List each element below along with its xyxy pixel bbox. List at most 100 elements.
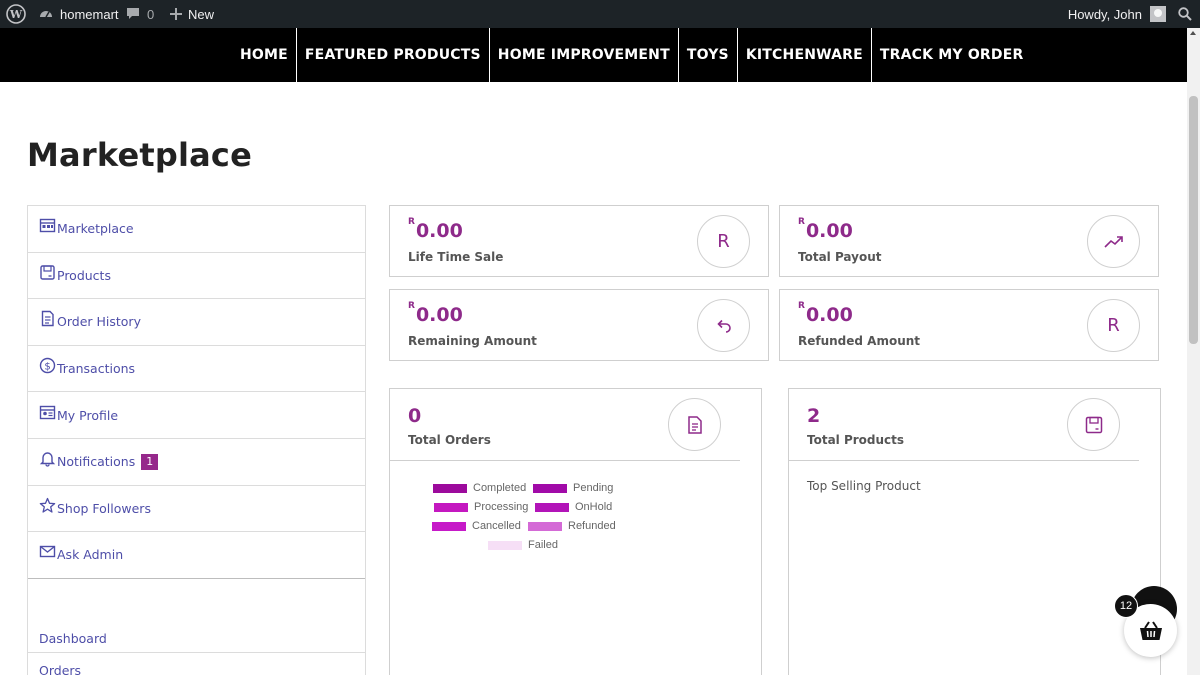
sidebar-item-label: My Profile	[57, 407, 119, 423]
card-label: Total Payout	[798, 250, 882, 264]
bell-icon	[39, 450, 56, 467]
sidebar-item-label: Order History	[57, 314, 141, 330]
profile-icon	[39, 404, 56, 421]
svg-text:W: W	[9, 8, 23, 21]
card-label: Life Time Sale	[408, 250, 504, 264]
legend-swatch	[433, 483, 467, 493]
legend-label: Processing	[474, 501, 529, 513]
legend-swatch	[488, 540, 522, 550]
site-name: homemart	[60, 6, 119, 22]
star-icon	[39, 497, 56, 514]
legend-item-failed[interactable]: Failed	[488, 539, 558, 551]
stat-card-lifetime-sale: R0.00 Life Time Sale R	[389, 205, 769, 277]
plus-icon	[170, 8, 182, 20]
rand-icon: R	[1087, 299, 1140, 352]
order-history-icon	[39, 310, 56, 327]
notification-count-badge: 1	[141, 453, 159, 470]
stat-card-remaining-amount: R0.00 Remaining Amount	[389, 289, 769, 361]
sidebar-item-notifications[interactable]: Notifications 1	[28, 439, 365, 486]
total-orders-label: Total Orders	[408, 433, 491, 447]
scroll-up-arrow-icon[interactable]	[1190, 31, 1196, 35]
total-products-value: 2	[807, 405, 821, 427]
legend-item-cancelled[interactable]: Cancelled	[432, 520, 521, 532]
new-content-link[interactable]: New	[170, 0, 214, 28]
rand-icon-text: R	[717, 231, 730, 252]
sidebar-item-label: Transactions	[57, 361, 136, 377]
total-orders-panel: 0 Total Orders Completed Pending Process…	[389, 388, 762, 675]
legend-item-processing[interactable]: Processing	[434, 501, 528, 513]
amount-value: 0.00	[805, 220, 853, 242]
legend-swatch	[432, 521, 466, 531]
sidebar-link-orders[interactable]: Orders	[28, 653, 365, 675]
legend-label: Cancelled	[472, 520, 521, 532]
trend-up-icon	[1087, 215, 1140, 268]
nav-track-my-order[interactable]: TRACK MY ORDER	[870, 28, 1032, 82]
nav-toys[interactable]: TOYS	[677, 28, 737, 82]
legend-swatch	[434, 502, 468, 512]
products-icon	[39, 264, 56, 281]
marketplace-icon	[39, 217, 56, 234]
amount: R0.00	[408, 217, 463, 242]
total-products-label: Total Products	[807, 433, 905, 447]
total-orders-value: 0	[408, 405, 422, 427]
mail-icon	[39, 543, 56, 560]
legend-item-refunded[interactable]: Refunded	[528, 520, 616, 532]
wordpress-logo-icon[interactable]: W	[6, 0, 26, 28]
comment-bubble-icon	[127, 8, 139, 19]
currency-symbol: R	[798, 217, 805, 227]
comments-link[interactable]: 0	[126, 0, 154, 28]
sidebar-item-ask-admin[interactable]: Ask Admin	[28, 532, 365, 579]
sidebar-item-label: Notifications	[57, 454, 136, 470]
scroll-thumb[interactable]	[1189, 96, 1198, 344]
document-icon	[668, 398, 721, 451]
currency-symbol: R	[408, 301, 415, 311]
legend-label: OnHold	[575, 501, 613, 513]
panel-divider	[390, 460, 740, 461]
avatar	[1150, 6, 1166, 22]
legend-item-pending[interactable]: Pending	[533, 482, 613, 494]
vertical-scrollbar[interactable]	[1187, 28, 1200, 675]
dollar-icon: $	[39, 357, 56, 374]
legend-label: Completed	[473, 482, 527, 494]
sidebar-item-marketplace[interactable]: Marketplace	[28, 206, 365, 253]
rand-icon: R	[697, 215, 750, 268]
currency-symbol: R	[798, 301, 805, 311]
sidebar-item-label: Products	[57, 267, 111, 283]
card-label: Remaining Amount	[408, 334, 537, 348]
cart-count-badge: 12	[1114, 594, 1138, 618]
amount: R0.00	[798, 301, 853, 326]
legend-item-completed[interactable]: Completed	[433, 482, 526, 494]
basket-icon	[1139, 620, 1162, 640]
total-products-panel: 2 Total Products Top Selling Product	[788, 388, 1161, 675]
product-box-icon	[1067, 398, 1120, 451]
howdy-text: Howdy, John	[1067, 6, 1142, 22]
account-menu[interactable]: Howdy, John	[1068, 0, 1166, 28]
legend-swatch	[528, 521, 562, 531]
top-selling-product-heading: Top Selling Product	[807, 479, 921, 493]
sidebar-item-my-profile[interactable]: My Profile	[28, 392, 365, 439]
dashboard-gauge-icon	[40, 11, 52, 18]
legend-item-onhold[interactable]: OnHold	[535, 501, 612, 513]
admin-bar: W homemart 0 New Howdy, John	[0, 0, 1200, 28]
site-name-link[interactable]: homemart	[38, 0, 119, 28]
nav-featured-products[interactable]: FEATURED PRODUCTS	[295, 28, 489, 82]
currency-symbol: R	[408, 217, 415, 227]
sidebar-item-products[interactable]: Products	[28, 253, 365, 300]
legend-swatch	[535, 502, 569, 512]
search-icon[interactable]	[1178, 0, 1192, 28]
nav-home[interactable]: HOME	[232, 28, 296, 82]
stat-card-total-payout: R0.00 Total Payout	[779, 205, 1159, 277]
sidebar-item-transactions[interactable]: $ Transactions	[28, 346, 365, 393]
main-navigation: HOME FEATURED PRODUCTS HOME IMPROVEMENT …	[0, 28, 1187, 82]
comments-count: 0	[147, 6, 155, 22]
sidebar-link-dashboard[interactable]: Dashboard	[28, 627, 365, 653]
sidebar-item-order-history[interactable]: Order History	[28, 299, 365, 346]
sidebar-item-shop-followers[interactable]: Shop Followers	[28, 486, 365, 533]
new-label: New	[188, 6, 215, 22]
sidebar-item-label: Marketplace	[57, 221, 134, 237]
nav-home-improvement[interactable]: HOME IMPROVEMENT	[488, 28, 678, 82]
page-title: Marketplace	[27, 136, 252, 174]
amount-value: 0.00	[415, 220, 463, 242]
nav-kitchenware[interactable]: KITCHENWARE	[736, 28, 871, 82]
